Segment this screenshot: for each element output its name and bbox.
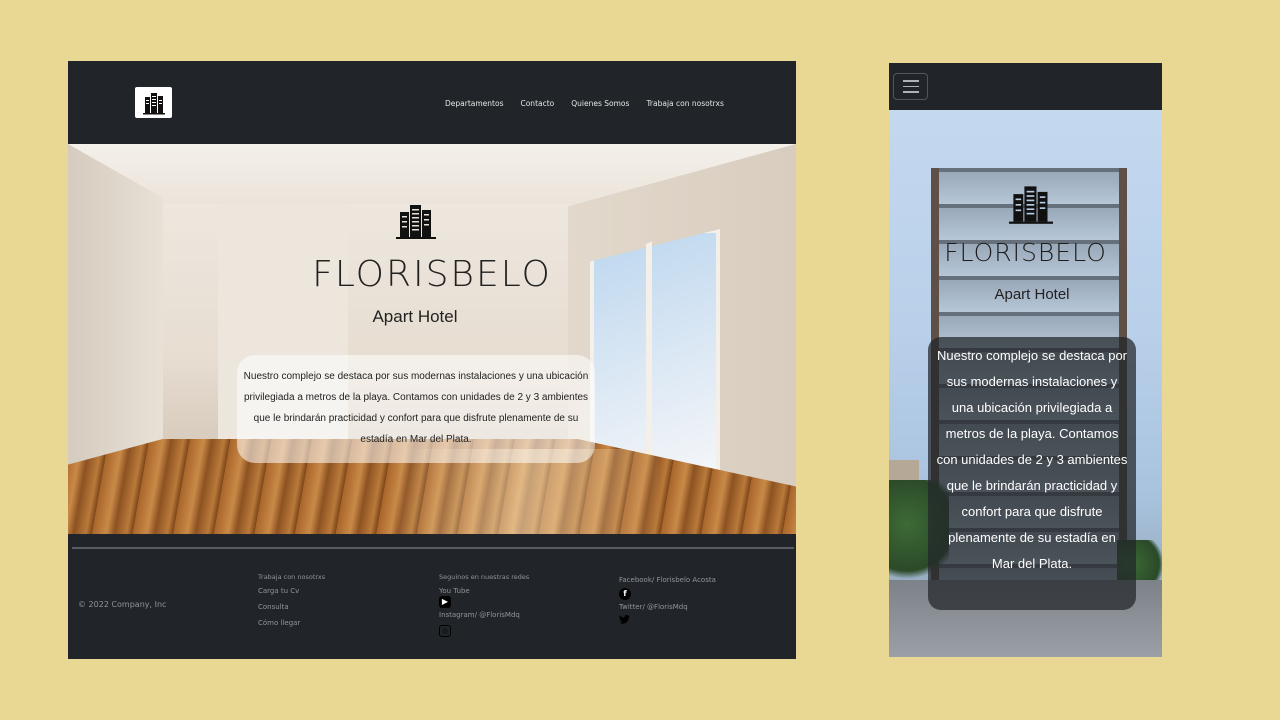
nav-link-quienes-somos[interactable]: Quienes Somos xyxy=(571,99,629,108)
nav-link-contacto[interactable]: Contacto xyxy=(520,99,554,108)
footer-col-heading: Trabaja con nosotrxs xyxy=(258,573,326,581)
hero-description-card: Nuestro complejo se destaca por sus mode… xyxy=(928,337,1136,610)
footer-col-heading: Seguinos en nuestras redes xyxy=(439,573,530,581)
hero-brand-title: FLORISBELO xyxy=(944,238,1107,267)
mobile-hero: FLORISBELO Apart Hotel Nuestro complejo … xyxy=(889,110,1162,657)
desktop-hero: FLORISBELO Apart Hotel Nuestro complejo … xyxy=(68,144,796,534)
twitter-icon[interactable] xyxy=(619,615,630,624)
footer-col-social: Facebook/ Florisbelo Acosta f Twitter/ @… xyxy=(619,576,716,626)
building-icon xyxy=(1009,186,1053,224)
footer-link-cv[interactable]: Carga tu Cv xyxy=(258,587,325,595)
nav-link-trabaja[interactable]: Trabaja con nosotrxs xyxy=(646,99,723,108)
nav-link-departamentos[interactable]: Departamentos xyxy=(445,99,503,108)
navbar-logo[interactable] xyxy=(135,87,172,118)
footer-copyright: © 2022 Company, Inc xyxy=(78,600,167,609)
footer-col-redes: Seguinos en nuestras redes You Tube ▶ In… xyxy=(439,573,529,640)
desktop-navbar: Departamentos Contacto Quienes Somos Tra… xyxy=(68,61,796,144)
building-icon xyxy=(142,92,165,114)
hero-brand-title: FLORISBELO xyxy=(312,254,552,295)
footer-link-youtube[interactable]: You Tube xyxy=(439,587,529,595)
footer-link-facebook[interactable]: Facebook/ Florisbelo Acosta xyxy=(619,576,716,584)
hero-subtitle: Apart Hotel xyxy=(994,286,1070,303)
building-icon xyxy=(396,205,436,239)
facebook-icon[interactable]: f xyxy=(619,588,631,600)
hero-description-card: Nuestro complejo se destaca por sus mode… xyxy=(237,355,595,463)
footer-link-twitter[interactable]: Twitter/ @FlorisMdq xyxy=(619,603,716,611)
footer-link-como-llegar[interactable]: Cómo llegar xyxy=(258,619,325,627)
youtube-icon[interactable]: ▶ xyxy=(439,596,451,608)
desktop-footer: © 2022 Company, Inc Trabaja con nosotrxs… xyxy=(68,534,796,659)
footer-divider xyxy=(72,547,794,549)
mobile-navbar xyxy=(889,63,1162,110)
hamburger-icon[interactable] xyxy=(893,73,928,100)
footer-link-consulta[interactable]: Consulta xyxy=(258,603,325,611)
hero-subtitle: Apart Hotel xyxy=(372,307,458,326)
footer-col-trabaja: Trabaja con nosotrxs Carga tu Cv Consult… xyxy=(258,573,325,635)
navbar-links: Departamentos Contacto Quienes Somos Tra… xyxy=(445,99,724,108)
mobile-mockup: FLORISBELO Apart Hotel Nuestro complejo … xyxy=(889,63,1162,657)
footer-link-instagram[interactable]: Instagram/ @FlorisMdq xyxy=(439,611,529,619)
instagram-icon[interactable]: ◎ xyxy=(439,625,451,637)
desktop-mockup: Departamentos Contacto Quienes Somos Tra… xyxy=(68,61,796,659)
